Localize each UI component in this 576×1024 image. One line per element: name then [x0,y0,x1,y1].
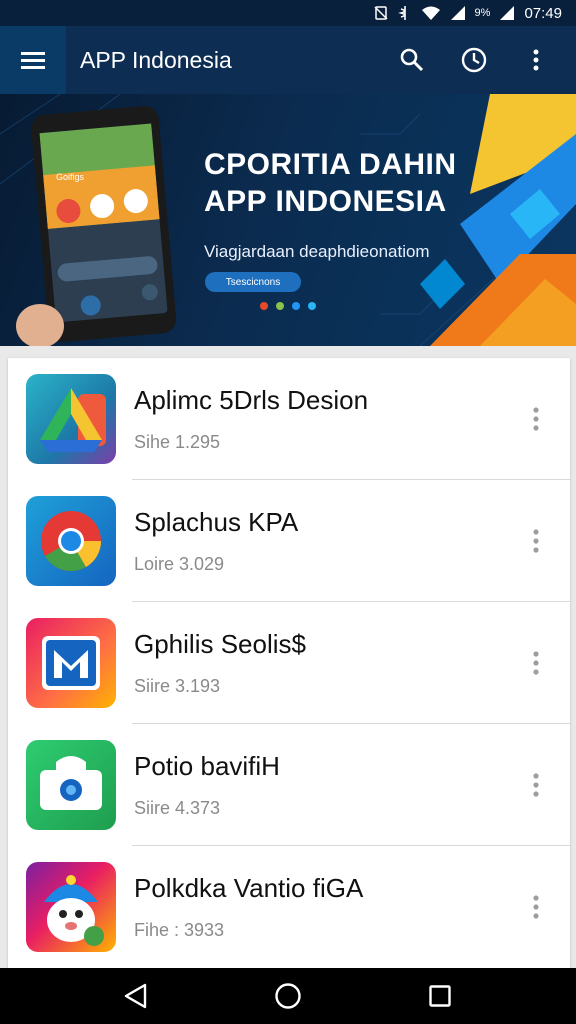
item-more-button[interactable] [516,887,556,927]
alarm-icon [397,5,412,21]
phone-screen-label: Goifigs [56,172,85,182]
more-vert-icon [533,651,539,675]
home-button[interactable] [264,972,312,1020]
back-icon [124,983,147,1009]
history-button[interactable] [454,40,494,80]
more-vert-icon [533,407,539,431]
app-list: Aplimc 5Drls Desion Sihe 1.295 Splachus … [8,358,570,968]
app-size: Siire 3.193 [134,676,221,696]
banner-cta-button[interactable]: Tsescicnons [205,272,301,292]
item-more-button[interactable] [516,521,556,561]
search-button[interactable] [392,40,432,80]
camera-app-icon [26,740,116,830]
banner-title-line1: CPORITIA DAHIN [204,148,457,181]
carousel-dot-1[interactable] [260,302,268,310]
hamburger-icon [21,52,45,69]
app-size: Loire 3.029 [134,554,225,574]
more-vert-icon [533,529,539,553]
more-vert-icon [533,773,539,797]
app-size: Sihe 1.295 [134,432,221,452]
app-bar: APP Indonesia [0,26,576,94]
item-more-button[interactable] [516,765,556,805]
system-nav-bar [0,968,576,1024]
clock-icon [461,47,487,73]
signal-icon [450,5,466,21]
app-size: Fihe : 3933 [134,920,225,940]
wifi-icon [421,5,441,21]
battery-percent: 9% [474,7,491,19]
list-item[interactable]: Splachus KPA Loire 3.029 [8,480,570,602]
list-item[interactable]: Gphilis Seolis$ Siire 3.193 [8,602,570,724]
menu-button[interactable] [0,26,66,94]
clock: 07:49 [524,4,562,22]
gmail-m-icon [26,618,116,708]
banner-title: CPORITIA DAHIN APP INDONESIA [204,146,504,220]
signal-icon-2 [499,5,515,21]
home-icon [275,983,301,1009]
google-drive-icon [26,374,116,464]
no-notifications-icon [373,5,389,21]
back-button[interactable] [112,972,160,1020]
app-name: Potio bavifiH [134,751,280,781]
status-bar: 9% 07:49 [0,0,576,26]
search-icon [400,48,424,72]
app-size: Siire 4.373 [134,798,221,818]
app-name: Gphilis Seolis$ [134,629,306,659]
item-more-button[interactable] [516,643,556,683]
list-item[interactable]: Potio bavifiH Siire 4.373 [8,724,570,846]
app-title: APP Indonesia [80,46,232,73]
carousel-dot-3[interactable] [292,302,300,310]
app-name: Splachus KPA [134,507,299,537]
carousel-dot-4[interactable] [308,302,316,310]
recents-button[interactable] [416,972,464,1020]
list-item[interactable]: Aplimc 5Drls Desion Sihe 1.295 [8,358,570,480]
more-vert-icon [533,49,539,71]
item-more-button[interactable] [516,399,556,439]
list-item[interactable]: Polkdka Vantio fiGA Fihe : 3933 [8,846,570,968]
app-name: Aplimc 5Drls Desion [134,385,369,415]
carousel-dot-2[interactable] [276,302,284,310]
mascot-game-icon [26,862,116,952]
recents-icon [429,985,451,1007]
promo-banner[interactable]: Goifigs CPORITIA DAHIN APP INDONESIA Via… [0,94,576,346]
banner-title-line2: APP INDONESIA [204,185,447,218]
overflow-menu-button[interactable] [516,40,556,80]
banner-subtitle: Viagjardaan deaphdieonatiom [204,242,430,261]
carousel-dots [260,302,316,310]
more-vert-icon [533,895,539,919]
chrome-icon [26,496,116,586]
app-name: Polkdka Vantio fiGA [134,873,364,903]
